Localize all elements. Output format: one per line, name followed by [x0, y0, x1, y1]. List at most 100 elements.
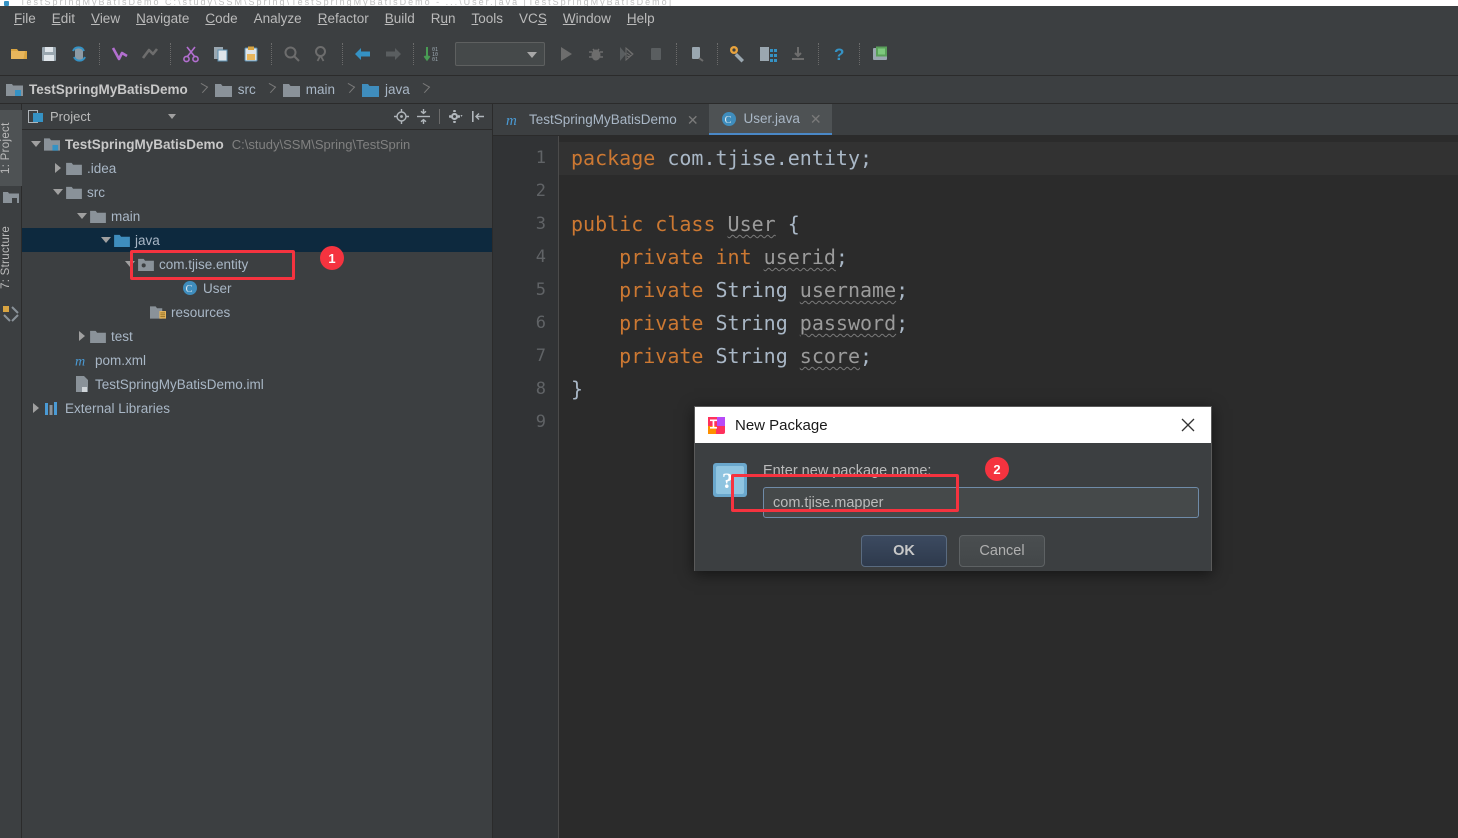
undo-icon[interactable]	[105, 39, 135, 69]
gear-settings-icon[interactable]	[446, 107, 466, 127]
back-icon[interactable]	[348, 39, 378, 69]
toolbar-separator	[859, 42, 860, 65]
chevron-down-icon[interactable]	[74, 208, 90, 224]
breadcrumb-item-java[interactable]: java	[362, 82, 410, 97]
chevron-down-icon[interactable]	[168, 114, 177, 119]
replace-icon[interactable]	[307, 39, 337, 69]
menu-vcs[interactable]: VCS	[511, 8, 555, 30]
close-icon[interactable]: ✕	[810, 112, 822, 126]
chevron-down-icon[interactable]	[122, 256, 138, 272]
code-line[interactable]: private String username;	[559, 274, 1458, 307]
breadcrumb-item-project[interactable]: TestSpringMyBatisDemo	[6, 82, 188, 97]
svg-text:m: m	[75, 353, 85, 367]
intellij-logo-icon	[708, 416, 725, 434]
save-all-icon[interactable]	[34, 39, 64, 69]
debug-icon[interactable]	[581, 39, 611, 69]
run-icon[interactable]	[551, 39, 581, 69]
chevron-right-icon[interactable]	[74, 328, 90, 344]
menu-tools[interactable]: Tools	[464, 8, 512, 30]
code-line[interactable]: private String score;	[559, 340, 1458, 373]
build-project-icon[interactable]	[682, 39, 712, 69]
tree-row[interactable]: C User	[22, 276, 492, 300]
chevron-down-icon	[527, 51, 537, 58]
package-name-input[interactable]	[763, 487, 1199, 518]
dialog-title: New Package	[735, 416, 828, 434]
chevron-right-icon[interactable]	[28, 400, 44, 416]
tree-row[interactable]: .idea	[22, 156, 492, 180]
tree-row[interactable]: com.tjise.entity	[22, 252, 492, 276]
code-line[interactable]: package com.tjise.entity;	[559, 142, 1458, 175]
menu-navigate[interactable]: Navigate	[128, 8, 197, 30]
code-line[interactable]: }	[559, 373, 1458, 406]
database-icon[interactable]	[865, 39, 895, 69]
menu-build[interactable]: Build	[377, 8, 423, 30]
tree-row[interactable]: java	[22, 228, 492, 252]
java-class-icon: C	[721, 111, 737, 127]
code-line[interactable]: private String password;	[559, 307, 1458, 340]
settings-wrench-icon[interactable]	[723, 39, 753, 69]
menu-analyze[interactable]: Analyze	[246, 8, 310, 30]
menu-refactor[interactable]: Refactor	[310, 8, 377, 30]
code-line[interactable]: public class User {	[559, 208, 1458, 241]
forward-icon[interactable]	[378, 39, 408, 69]
maven-m-icon: m	[74, 352, 90, 368]
project-structure-icon[interactable]	[753, 39, 783, 69]
panel-action-divider	[439, 109, 440, 124]
tree-row[interactable]: TestSpringMyBatisDemo C:\study\SSM\Sprin…	[22, 132, 492, 156]
folder-icon	[90, 328, 106, 344]
editor-tab-user-java[interactable]: C User.java ✕	[708, 104, 832, 135]
tree-row[interactable]: resources	[22, 300, 492, 324]
code-token: ;	[835, 245, 848, 269]
collapse-all-icon[interactable]	[413, 107, 433, 127]
copy-icon[interactable]	[206, 39, 236, 69]
paste-icon[interactable]	[236, 39, 266, 69]
locate-target-icon[interactable]	[391, 107, 411, 127]
menu-view[interactable]: View	[83, 8, 128, 30]
tool-tab-project[interactable]: 1: Project	[0, 110, 22, 186]
menu-file[interactable]: File	[6, 8, 44, 30]
tree-item-label: src	[87, 184, 105, 200]
sync-refresh-icon[interactable]	[64, 39, 94, 69]
run-configuration-selector[interactable]	[455, 41, 545, 66]
compile-icon[interactable]: 01 10 01	[419, 39, 449, 69]
help-question-icon[interactable]: ?	[824, 39, 854, 69]
update-project-icon[interactable]	[783, 39, 813, 69]
line-number: 8	[535, 379, 546, 399]
stop-icon[interactable]	[641, 39, 671, 69]
editor-tab-testspringmybatisdemo[interactable]: m TestSpringMyBatisDemo ✕	[493, 104, 709, 135]
chevron-down-icon[interactable]	[50, 184, 66, 200]
menu-run[interactable]: Run	[423, 8, 464, 30]
cut-icon[interactable]	[176, 39, 206, 69]
tree-row[interactable]: m pom.xml	[22, 348, 492, 372]
hide-panel-icon[interactable]	[468, 107, 488, 127]
tree-row[interactable]: src	[22, 180, 492, 204]
menu-code[interactable]: Code	[197, 8, 245, 30]
breadcrumb-item-src[interactable]: src	[214, 82, 256, 97]
tool-tab-structure[interactable]: 7: Structure	[0, 212, 22, 302]
tree-row[interactable]: External Libraries	[22, 396, 492, 420]
breadcrumb-separator	[198, 82, 207, 98]
run-coverage-icon[interactable]	[611, 39, 641, 69]
chevron-down-icon[interactable]	[98, 232, 114, 248]
code-line[interactable]	[559, 175, 1458, 208]
breadcrumb-item-main[interactable]: main	[282, 82, 335, 97]
redo-icon[interactable]	[135, 39, 165, 69]
menu-help[interactable]: Help	[619, 8, 663, 30]
tree-row[interactable]: main	[22, 204, 492, 228]
code-token: score	[799, 344, 861, 368]
tree-row[interactable]: TestSpringMyBatisDemo.iml	[22, 372, 492, 396]
code-line[interactable]: private int userid;	[559, 241, 1458, 274]
menu-file-rest: ile	[22, 11, 36, 26]
find-icon[interactable]	[277, 39, 307, 69]
open-folder-icon[interactable]	[4, 39, 34, 69]
cancel-button[interactable]: Cancel	[959, 535, 1045, 567]
chevron-down-icon[interactable]	[28, 136, 44, 152]
tree-row[interactable]: test	[22, 324, 492, 348]
menu-window[interactable]: Window	[555, 8, 619, 30]
chevron-right-icon[interactable]	[50, 160, 66, 176]
ok-button[interactable]: OK	[861, 535, 947, 567]
close-icon[interactable]	[1171, 410, 1205, 440]
menu-edit[interactable]: Edit	[44, 8, 83, 30]
close-icon[interactable]: ✕	[687, 113, 699, 127]
code-token: ;	[896, 278, 909, 302]
